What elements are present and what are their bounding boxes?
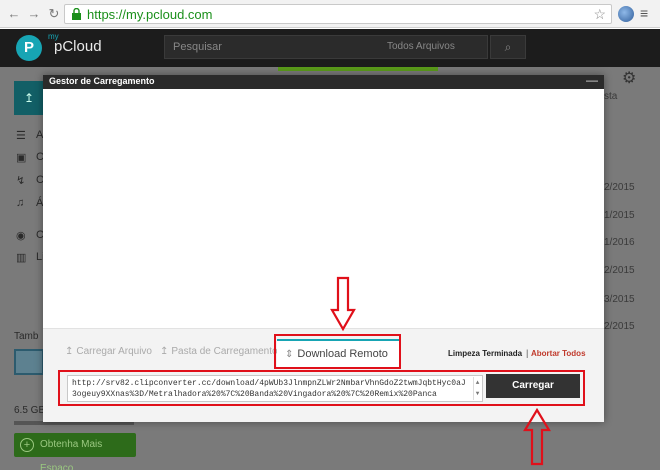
modal-header: Gestor de Carregamento — xyxy=(43,73,604,89)
share-icon: ↯ xyxy=(16,175,26,187)
right-button-label[interactable]: sta xyxy=(604,91,617,102)
storage-label: 6.5 GB xyxy=(14,405,46,416)
search-filter-dropdown[interactable]: Todos Arquivos xyxy=(387,41,455,52)
search-input[interactable]: Pesquisar Todos Arquivos xyxy=(164,35,488,59)
upload-button-side[interactable]: ↥ xyxy=(14,81,44,115)
upload-icon: ↥ xyxy=(65,346,74,357)
trash-icon: ▥ xyxy=(16,252,27,264)
get-more-space-button[interactable]: + Obtenha Mais Espaço xyxy=(14,433,136,470)
modal-title: Gestor de Carregamento xyxy=(49,76,155,86)
file-date: 2/2015 xyxy=(604,321,635,332)
search-placeholder: Pesquisar xyxy=(173,41,222,53)
annotation-box-remote-tab xyxy=(274,334,401,369)
annotation-arrow-down xyxy=(330,276,356,332)
file-date: 2/2015 xyxy=(604,265,635,276)
app-header: P my pCloud Pesquisar Todos Arquivos ⌕ xyxy=(0,29,660,67)
get-more-space-label: Obtenha Mais Espaço xyxy=(40,439,103,470)
upload-icon: ↥ xyxy=(23,91,35,105)
clean-finished-link[interactable]: Limpeza Terminada xyxy=(448,349,522,358)
browser-toolbar: ← → ↻ https://my.pcloud.com ☆ ≡ xyxy=(0,0,660,28)
forward-icon[interactable]: → xyxy=(26,6,42,22)
separator: | xyxy=(526,348,529,358)
tab-label: Pasta de Carregamento xyxy=(171,346,278,357)
upload-icon: ↥ xyxy=(160,346,169,357)
browser-menu-icon[interactable]: ≡ xyxy=(640,5,648,21)
minimize-icon[interactable]: — xyxy=(586,73,598,87)
logo-text: pCloud xyxy=(54,38,102,55)
search-icon: ⌕ xyxy=(504,40,512,54)
abort-all-link[interactable]: Abortar Todos xyxy=(531,349,586,358)
bottom-label: Tamb xyxy=(14,331,39,342)
reload-icon[interactable]: ↻ xyxy=(46,6,62,22)
list-icon: ☰ xyxy=(16,130,26,142)
file-date: 2/2015 xyxy=(604,182,635,193)
file-date: 1/2016 xyxy=(604,237,635,248)
extension-globe-icon[interactable] xyxy=(618,6,634,22)
file-date: 3/2015 xyxy=(604,294,635,305)
search-button[interactable]: ⌕ xyxy=(490,35,526,59)
upload-list-area xyxy=(43,89,604,328)
monitor-icon[interactable] xyxy=(14,349,44,375)
lock-icon: ▣ xyxy=(16,152,27,164)
upload-progress-bar xyxy=(278,67,438,71)
back-icon[interactable]: ← xyxy=(6,6,22,22)
address-bar[interactable]: https://my.pcloud.com ☆ xyxy=(64,4,612,24)
annotation-box-url-row xyxy=(58,370,585,406)
plus-icon: + xyxy=(20,438,34,452)
tab-upload-file[interactable]: ↥ Carregar Arquivo xyxy=(61,341,152,363)
file-date: 1/2015 xyxy=(604,210,635,221)
contacts-icon: ◉ xyxy=(16,230,26,242)
bookmark-star-icon[interactable]: ☆ xyxy=(593,6,606,23)
headphones-icon: ♫ xyxy=(16,197,25,209)
tab-upload-folder[interactable]: ↥ Pasta de Carregamento xyxy=(156,341,278,363)
address-url: https://my.pcloud.com xyxy=(87,7,213,22)
pcloud-logo-icon[interactable]: P xyxy=(16,35,42,61)
lock-icon xyxy=(72,8,81,20)
tab-label: Carregar Arquivo xyxy=(76,346,152,357)
gear-icon[interactable]: ⚙ xyxy=(622,68,636,88)
annotation-arrow-up xyxy=(523,408,551,466)
